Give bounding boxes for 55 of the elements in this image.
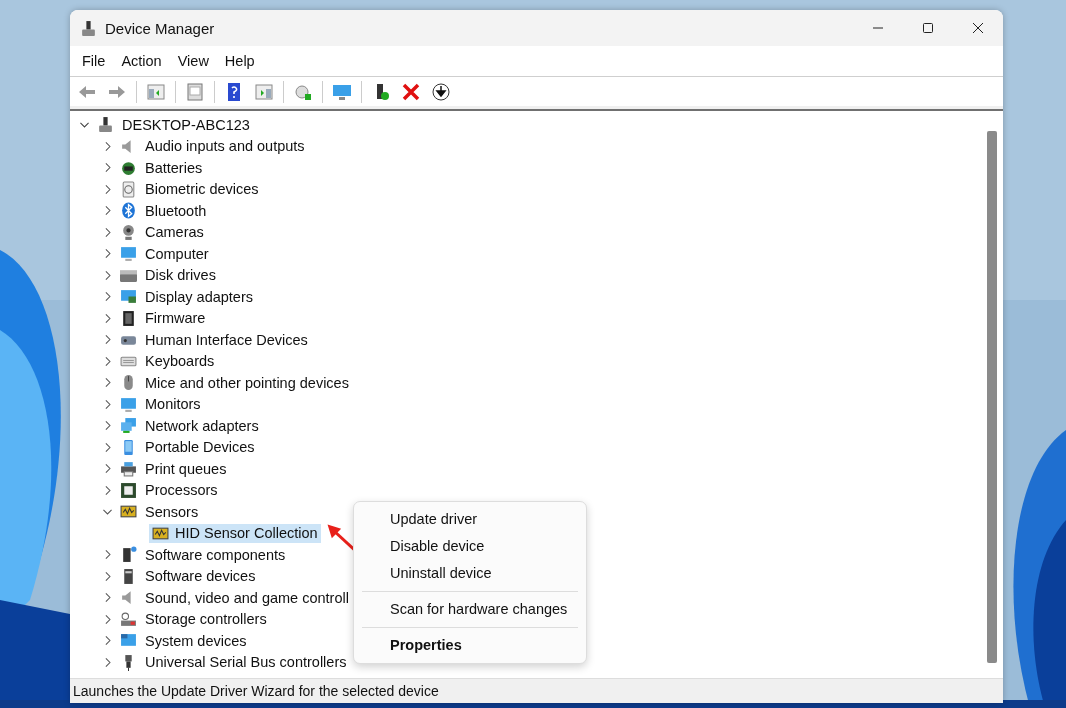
tree-item[interactable]: Keyboards — [143, 352, 217, 371]
tree-item[interactable]: Cameras — [143, 223, 206, 242]
maximize-icon[interactable] — [922, 22, 934, 34]
menu-item[interactable]: Properties — [358, 632, 582, 659]
battery-icon — [120, 159, 137, 177]
chip-icon — [120, 309, 137, 327]
tree-item[interactable]: Software devices — [143, 567, 258, 586]
tree-item[interactable]: Firmware — [143, 309, 208, 328]
computer-icon — [80, 19, 97, 37]
tree-item[interactable]: Network adapters — [143, 416, 261, 435]
software-icon — [120, 546, 137, 564]
bluetooth-icon — [120, 202, 137, 220]
tree-item[interactable]: Computer — [143, 244, 211, 263]
printer-icon — [120, 460, 137, 478]
tree-item[interactable]: Software components — [143, 545, 288, 564]
tree-item[interactable]: Human Interface Devices — [143, 330, 310, 349]
computer-icon — [97, 116, 114, 134]
tree-item[interactable]: Mice and other pointing devices — [143, 373, 351, 392]
tree-item[interactable]: Processors — [143, 481, 220, 500]
monitor-icon — [120, 395, 137, 413]
tree-item[interactable]: DESKTOP-ABC123 — [120, 115, 252, 134]
menu-item[interactable]: Help — [216, 53, 263, 69]
menu-item[interactable]: Uninstall device — [358, 560, 582, 587]
scrollbar[interactable] — [987, 131, 997, 663]
processor-icon — [120, 481, 137, 499]
tree-item[interactable]: Bluetooth — [143, 201, 209, 220]
webcam-icon — [120, 223, 137, 241]
menu-item[interactable]: View — [169, 53, 217, 69]
tree-item[interactable]: Display adapters — [143, 287, 255, 306]
tree-item[interactable]: HID Sensor Collection — [149, 523, 321, 543]
network-icon — [120, 417, 137, 435]
tree-item[interactable]: Biometric devices — [143, 180, 261, 199]
display-adapter-icon — [120, 288, 137, 306]
tree-item[interactable]: Audio inputs and outputs — [143, 137, 307, 156]
menu-item[interactable]: Update driver — [358, 506, 582, 533]
menu-item[interactable]: Disable device — [358, 533, 582, 560]
tree-item[interactable]: Monitors — [143, 395, 203, 414]
tree-item[interactable]: Storage controllers — [143, 610, 269, 629]
storage-icon — [120, 610, 137, 628]
tree-item[interactable]: Sensors — [143, 502, 201, 521]
menu-item[interactable]: Action — [113, 53, 170, 69]
status-bar: Launches the Update Driver Wizard for the selected device — [70, 678, 1003, 703]
monitor-icon — [120, 245, 137, 263]
tree-item[interactable]: Portable Devices — [143, 438, 257, 457]
fingerprint-icon — [120, 180, 137, 198]
menu-item[interactable]: Scan for hardware changes — [358, 596, 582, 623]
menu-item[interactable]: File — [74, 53, 114, 69]
window-title: Device Manager — [105, 19, 215, 37]
tree-item[interactable]: Sound, video and game controll — [143, 588, 351, 607]
tree-item[interactable]: Print queues — [143, 459, 229, 478]
tree-item[interactable]: Universal Serial Bus controllers — [143, 653, 349, 672]
tree-item[interactable]: Disk drives — [143, 266, 218, 285]
tree-item[interactable]: System devices — [143, 631, 249, 650]
tree-item[interactable]: Batteries — [143, 158, 205, 177]
close-icon[interactable] — [972, 22, 984, 34]
